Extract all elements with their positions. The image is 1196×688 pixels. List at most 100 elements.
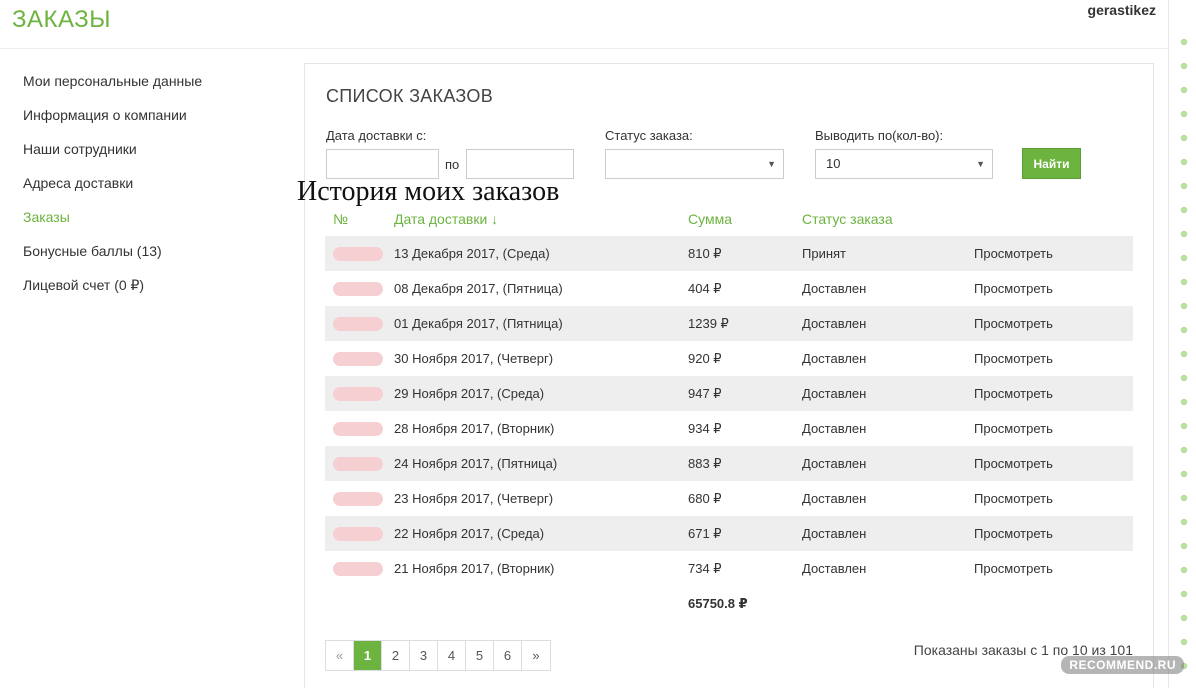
order-status: Принят bbox=[802, 236, 974, 271]
order-date: 21 Ноября 2017, (Вторник) bbox=[394, 561, 555, 576]
table-row: 23 Ноября 2017, (Четверг) 680 ₽ Доставле… bbox=[325, 481, 1133, 516]
watermark: RECOMMEND.RU bbox=[1061, 656, 1184, 674]
order-status: Доставлен bbox=[802, 516, 974, 551]
per-page-select[interactable]: 10 ▼ bbox=[815, 149, 993, 179]
view-order-link[interactable]: Просмотреть bbox=[974, 481, 1133, 516]
page-scrollbar[interactable] bbox=[1168, 0, 1196, 688]
order-number-redacted bbox=[325, 446, 394, 481]
order-status: Доставлен bbox=[802, 446, 974, 481]
pagination-page-1[interactable]: 1 bbox=[354, 641, 382, 670]
sidebar-item-orders[interactable]: Заказы bbox=[23, 207, 283, 241]
order-sum: 671 ₽ bbox=[688, 516, 802, 551]
date-to-label: по bbox=[445, 157, 460, 172]
column-header-delivery-date[interactable]: Дата доставки ↓ bbox=[394, 201, 688, 236]
chevron-down-icon: ▼ bbox=[767, 159, 776, 169]
pagination-prev[interactable]: « bbox=[326, 641, 354, 670]
orders-panel: СПИСОК ЗАКАЗОВ Дата доставки с: по Стату… bbox=[297, 63, 1154, 688]
sidebar-item-employees[interactable]: Наши сотрудники bbox=[23, 139, 283, 173]
orders-table: № Дата доставки ↓ Сумма Статус заказа 13… bbox=[325, 201, 1133, 621]
view-order-link[interactable]: Просмотреть bbox=[974, 411, 1133, 446]
table-row: 13 Декабря 2017, (Среда) 810 ₽ Принят Пр… bbox=[325, 236, 1133, 271]
order-number-redacted bbox=[325, 411, 394, 446]
date-to-input[interactable] bbox=[466, 149, 574, 179]
sidebar-item-account-balance[interactable]: Лицевой счет (0 ₽) bbox=[23, 275, 283, 309]
status-select[interactable]: ▼ bbox=[605, 149, 784, 179]
order-number-redacted bbox=[325, 271, 394, 306]
table-row: 30 Ноября 2017, (Четверг) 920 ₽ Доставле… bbox=[325, 341, 1133, 376]
view-order-link[interactable]: Просмотреть bbox=[974, 271, 1133, 306]
table-row: 01 Декабря 2017, (Пятница) 1239 ₽ Достав… bbox=[325, 306, 1133, 341]
view-order-link[interactable]: Просмотреть bbox=[974, 516, 1133, 551]
table-header-row: № Дата доставки ↓ Сумма Статус заказа bbox=[325, 201, 1133, 236]
order-sum: 680 ₽ bbox=[688, 490, 722, 506]
column-header-sum[interactable]: Сумма bbox=[688, 201, 802, 236]
panel-title: СПИСОК ЗАКАЗОВ bbox=[326, 86, 494, 106]
total-row: 65750.8 ₽ bbox=[325, 586, 1133, 621]
page-title: ЗАКАЗЫ bbox=[12, 6, 111, 33]
order-date: 08 Декабря 2017, (Пятница) bbox=[394, 281, 563, 296]
order-date: 01 Декабря 2017, (Пятница) bbox=[394, 306, 688, 341]
pagination-next[interactable]: » bbox=[522, 641, 550, 670]
order-number-redacted bbox=[325, 306, 394, 341]
view-order-link[interactable]: Просмотреть bbox=[974, 446, 1133, 481]
order-status: Доставлен bbox=[802, 281, 867, 296]
order-status: Доставлен bbox=[802, 376, 974, 411]
sidebar-item-delivery-addresses[interactable]: Адреса доставки bbox=[23, 173, 283, 207]
view-order-link[interactable]: Просмотреть bbox=[974, 341, 1133, 376]
order-sum: 883 ₽ bbox=[688, 446, 802, 481]
column-header-status[interactable]: Статус заказа bbox=[802, 201, 974, 236]
order-sum: 934 ₽ bbox=[688, 420, 722, 436]
view-order-link[interactable]: Просмотреть bbox=[974, 376, 1133, 411]
order-date: 24 Ноября 2017, (Пятница) bbox=[394, 446, 688, 481]
order-status: Доставлен bbox=[802, 306, 974, 341]
view-order-link[interactable]: Просмотреть bbox=[974, 306, 1133, 341]
order-status: Доставлен bbox=[802, 421, 867, 436]
order-sum: 734 ₽ bbox=[688, 560, 722, 576]
pagination-page-5[interactable]: 5 bbox=[466, 641, 494, 670]
order-sum: 920 ₽ bbox=[688, 350, 722, 366]
column-header-number[interactable]: № bbox=[325, 201, 394, 236]
order-sum: 810 ₽ bbox=[688, 236, 802, 271]
date-from-input[interactable] bbox=[326, 149, 439, 179]
per-page-select-value: 10 bbox=[826, 156, 841, 171]
header-divider bbox=[0, 48, 1168, 49]
order-number-redacted bbox=[325, 481, 394, 516]
per-page-label: Выводить по(кол-во): bbox=[815, 128, 944, 143]
order-number-redacted bbox=[325, 341, 394, 376]
pagination-page-4[interactable]: 4 bbox=[438, 641, 466, 670]
order-number-redacted bbox=[325, 376, 394, 411]
order-sum: 947 ₽ bbox=[688, 376, 802, 411]
view-order-link[interactable]: Просмотреть bbox=[974, 236, 1133, 271]
order-date: 30 Ноября 2017, (Четверг) bbox=[394, 351, 554, 366]
order-number-redacted bbox=[325, 516, 394, 551]
pagination-page-6[interactable]: 6 bbox=[494, 641, 522, 670]
pagination-page-3[interactable]: 3 bbox=[410, 641, 438, 670]
status-label: Статус заказа: bbox=[605, 128, 693, 143]
table-row: 28 Ноября 2017, (Вторник) 934 ₽ Доставле… bbox=[325, 411, 1133, 446]
order-date: 28 Ноября 2017, (Вторник) bbox=[394, 421, 555, 436]
order-date: 23 Ноября 2017, (Четверг) bbox=[394, 491, 554, 506]
sidebar-item-personal-data[interactable]: Мои персональные данные bbox=[23, 71, 283, 105]
sidebar: Мои персональные данные Информация о ком… bbox=[23, 71, 283, 309]
order-status: Доставлен bbox=[802, 561, 867, 576]
chevron-down-icon: ▼ bbox=[976, 159, 985, 169]
username[interactable]: gerastikez bbox=[1088, 2, 1156, 18]
view-order-link[interactable]: Просмотреть bbox=[974, 551, 1133, 586]
order-status: Доставлен bbox=[802, 491, 867, 506]
column-header-action bbox=[974, 201, 1133, 236]
table-row: 08 Декабря 2017, (Пятница) 404 ₽ Доставл… bbox=[325, 271, 1133, 306]
sidebar-item-bonus-points[interactable]: Бонусные баллы (13) bbox=[23, 241, 283, 275]
sidebar-item-company-info[interactable]: Информация о компании bbox=[23, 105, 283, 139]
pagination-page-2[interactable]: 2 bbox=[382, 641, 410, 670]
pagination: « 1 2 3 4 5 6 » bbox=[325, 640, 551, 671]
table-row: 21 Ноября 2017, (Вторник) 734 ₽ Доставле… bbox=[325, 551, 1133, 586]
order-date: 22 Ноября 2017, (Среда) bbox=[394, 516, 688, 551]
order-date: 13 Декабря 2017, (Среда) bbox=[394, 236, 688, 271]
table-row: 24 Ноября 2017, (Пятница) 883 ₽ Доставле… bbox=[325, 446, 1133, 481]
date-from-label: Дата доставки с: bbox=[326, 128, 427, 143]
orders-total: 65750.8 ₽ bbox=[688, 595, 748, 611]
table-row: 22 Ноября 2017, (Среда) 671 ₽ Доставлен … bbox=[325, 516, 1133, 551]
find-button[interactable]: Найти bbox=[1022, 148, 1081, 179]
order-number-redacted bbox=[325, 236, 394, 271]
table-row: 29 Ноября 2017, (Среда) 947 ₽ Доставлен … bbox=[325, 376, 1133, 411]
